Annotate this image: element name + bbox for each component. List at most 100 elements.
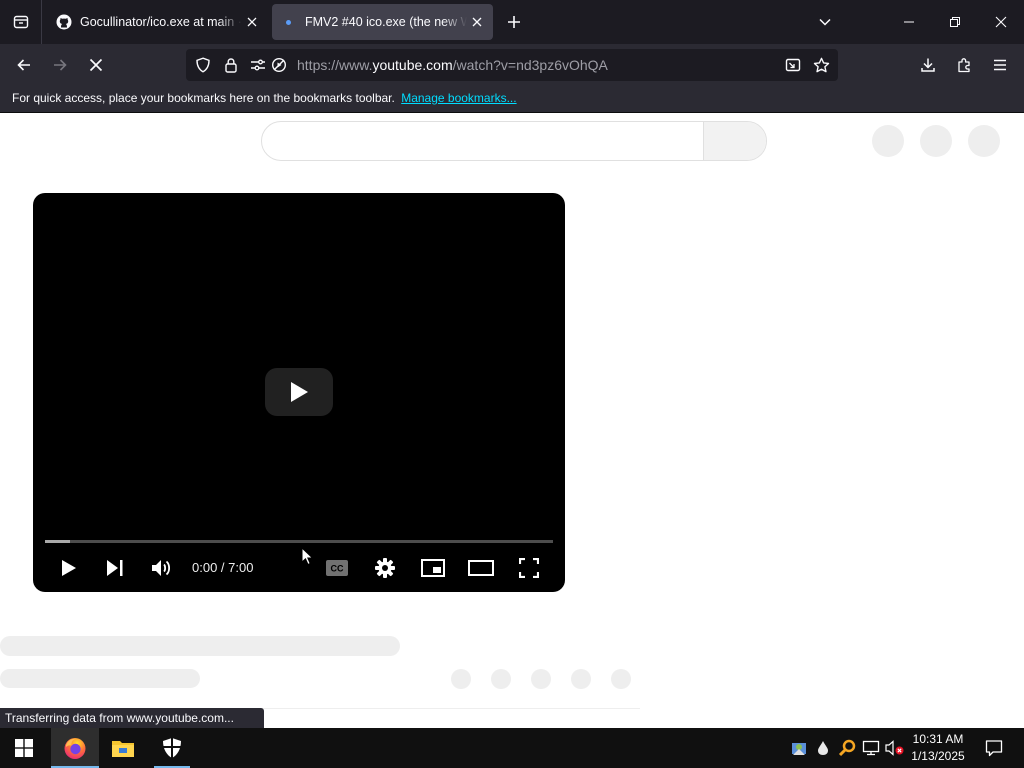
url-prefix: https://www.	[297, 57, 373, 73]
chevron-down-icon	[819, 18, 831, 26]
restore-icon	[950, 17, 960, 27]
action-button-skeleton	[611, 669, 631, 689]
taskbar-file-explorer[interactable]	[99, 728, 147, 768]
tab-github[interactable]: Gocullinator/ico.exe at main · J	[46, 4, 268, 40]
mute-button[interactable]	[149, 555, 175, 581]
search-magnifier-icon[interactable]	[837, 738, 857, 758]
arrow-right-icon	[54, 59, 67, 71]
theater-mode-icon	[468, 560, 494, 576]
miniplayer-button[interactable]	[419, 555, 447, 581]
bookmarks-toolbar: For quick access, place your bookmarks h…	[0, 86, 1024, 113]
downloads-button[interactable]	[914, 52, 942, 78]
action-center-button[interactable]	[976, 728, 1012, 768]
download-icon	[921, 58, 935, 72]
github-icon	[56, 14, 72, 30]
action-button-skeleton	[531, 669, 551, 689]
tab-title: Gocullinator/ico.exe at main · J	[80, 15, 242, 29]
hamburger-menu-icon	[994, 59, 1006, 71]
fullscreen-button[interactable]	[516, 555, 542, 581]
url-text[interactable]: https://www.youtube.com/watch?v=nd3pz6vO…	[297, 57, 608, 73]
close-tab-icon[interactable]	[467, 12, 487, 32]
status-bar: Transferring data from www.youtube.com..…	[0, 708, 264, 728]
settings-button[interactable]	[372, 555, 398, 581]
tab-youtube-active[interactable]: FMV2 #40 ico.exe (the new Wir	[272, 4, 493, 40]
firefox-icon	[64, 738, 86, 759]
header-icon-placeholder	[920, 125, 952, 157]
stop-icon	[89, 58, 103, 72]
taskbar-windows-security[interactable]	[148, 728, 196, 768]
forward-button[interactable]	[46, 52, 74, 78]
firefox-view-button[interactable]	[0, 0, 42, 44]
close-tab-icon[interactable]	[242, 12, 262, 32]
security-shield-icon	[163, 738, 181, 758]
navigation-toolbar: https://www.youtube.com/watch?v=nd3pz6vO…	[0, 44, 1024, 86]
avatar-placeholder	[968, 125, 1000, 157]
close-icon	[995, 16, 1007, 28]
windows-logo-icon	[15, 739, 33, 757]
reader-view-icon[interactable]	[783, 55, 803, 75]
system-clock[interactable]: 10:31 AM 1/13/2025	[905, 731, 971, 765]
list-all-tabs-button[interactable]	[813, 10, 837, 34]
menu-button[interactable]	[986, 52, 1014, 78]
header-icon-placeholder	[872, 125, 904, 157]
clock-date: 1/13/2025	[911, 749, 965, 763]
water-drop-icon[interactable]	[813, 738, 833, 758]
extensions-button[interactable]	[950, 52, 978, 78]
time-display: 0:00 / 7:00	[192, 560, 254, 575]
tab-title: FMV2 #40 ico.exe (the new Wir	[305, 15, 467, 29]
folder-icon	[112, 741, 134, 757]
tray-app-icon[interactable]	[789, 738, 809, 758]
new-tab-button[interactable]	[502, 10, 526, 34]
minimize-button[interactable]	[886, 0, 932, 44]
channel-skeleton	[0, 669, 200, 688]
loading-dot-icon	[286, 19, 291, 25]
restore-button[interactable]	[932, 0, 978, 44]
miniplayer-icon	[421, 559, 445, 577]
search-box-placeholder	[261, 121, 767, 161]
notification-icon	[985, 740, 1003, 757]
bookmark-star-icon[interactable]	[811, 55, 831, 75]
theater-mode-button[interactable]	[466, 555, 496, 581]
minimize-icon	[904, 21, 914, 23]
address-bar[interactable]: https://www.youtube.com/watch?v=nd3pz6vO…	[186, 49, 838, 81]
bookmarks-hint-text: For quick access, place your bookmarks h…	[12, 91, 395, 105]
network-icon[interactable]	[861, 738, 881, 758]
autoplay-blocked-icon[interactable]	[269, 55, 289, 75]
volume-muted-icon[interactable]	[885, 738, 905, 758]
large-play-button[interactable]	[265, 368, 333, 416]
play-icon	[62, 560, 76, 576]
action-button-skeleton	[451, 669, 471, 689]
fullscreen-icon	[519, 558, 539, 578]
url-host: youtube.com	[372, 57, 453, 73]
action-button-skeleton	[571, 669, 591, 689]
video-player[interactable]: 0:00 / 7:00 CC	[33, 193, 565, 592]
url-path: /watch?v=nd3pz6vOhQA	[452, 57, 608, 73]
arrow-left-icon	[17, 59, 30, 71]
action-button-skeleton	[491, 669, 511, 689]
stop-loading-button[interactable]	[82, 52, 110, 78]
skip-next-icon	[107, 560, 123, 576]
buffered-progress	[45, 540, 71, 543]
start-button[interactable]	[0, 728, 48, 768]
lock-icon[interactable]	[221, 55, 241, 75]
plus-icon	[508, 16, 520, 28]
volume-icon	[152, 560, 171, 576]
windows-taskbar: 10:31 AM 1/13/2025	[0, 728, 1024, 768]
play-icon	[291, 382, 308, 402]
next-button[interactable]	[103, 555, 127, 581]
manage-bookmarks-link[interactable]: Manage bookmarks...	[401, 91, 516, 105]
title-skeleton	[0, 636, 400, 656]
puzzle-icon	[958, 58, 970, 73]
firefox-view-icon	[13, 15, 28, 29]
subtitles-button[interactable]: CC	[323, 555, 351, 581]
taskbar-firefox[interactable]	[51, 728, 99, 768]
shield-icon[interactable]	[193, 55, 213, 75]
gear-icon	[375, 558, 395, 578]
svg-text:CC: CC	[331, 564, 344, 574]
back-button[interactable]	[10, 52, 38, 78]
play-button[interactable]	[57, 555, 81, 581]
progress-bar[interactable]	[45, 540, 553, 543]
permissions-icon[interactable]	[248, 55, 268, 75]
close-window-button[interactable]	[978, 0, 1024, 44]
page-content: 0:00 / 7:00 CC	[0, 113, 1024, 728]
